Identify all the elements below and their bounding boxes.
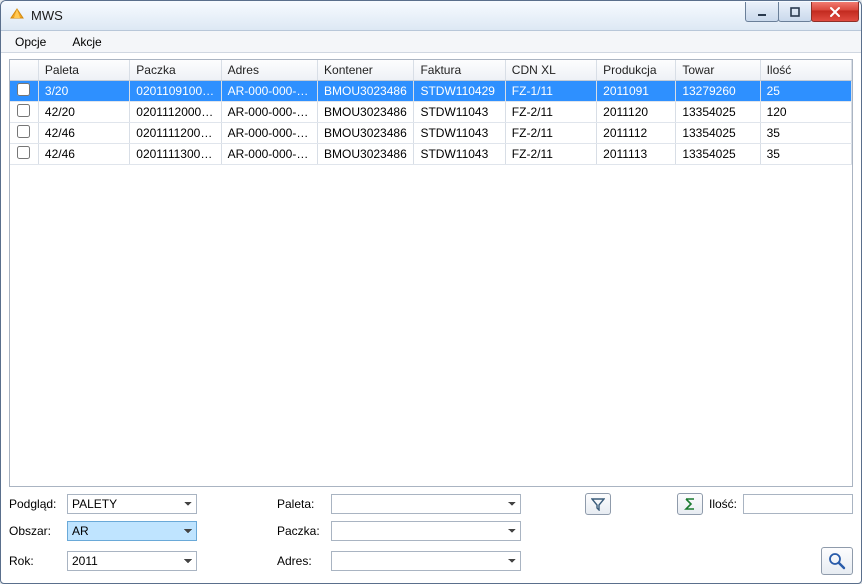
cell-kontener: BMOU3023486	[318, 81, 414, 102]
paleta-label: Paleta:	[277, 497, 325, 511]
cell-towar: 13354025	[676, 123, 760, 144]
row-checkbox[interactable]	[17, 146, 30, 159]
obszar-select[interactable]: AR	[67, 521, 197, 541]
cell-produkcja: 2011112	[597, 123, 676, 144]
cell-towar: 13354025	[676, 144, 760, 165]
cell-cdnxl: FZ-2/11	[505, 144, 596, 165]
col-cdnxl-header[interactable]: CDN XL	[505, 60, 596, 81]
titlebar: MWS	[1, 1, 861, 31]
col-faktura-header[interactable]: Faktura	[414, 60, 505, 81]
table-row[interactable]: 3/20020110910013...AR-000-000-000BMOU302…	[10, 81, 852, 102]
paczka-select[interactable]	[331, 521, 521, 541]
col-kontener-header[interactable]: Kontener	[318, 60, 414, 81]
col-paleta-header[interactable]: Paleta	[38, 60, 129, 81]
cell-ilosc: 120	[760, 102, 851, 123]
filter-button[interactable]	[585, 493, 611, 515]
ilosc-input[interactable]	[743, 494, 853, 514]
filter-panel: Podgląd: PALETY Paleta:	[9, 493, 853, 575]
cell-cdnxl: FZ-1/11	[505, 81, 596, 102]
rok-select[interactable]: 2011	[67, 551, 197, 571]
cell-adres: AR-000-000-000	[221, 81, 317, 102]
cell-ilosc: 35	[760, 144, 851, 165]
cell-kontener: BMOU3023486	[318, 123, 414, 144]
cell-faktura: STDW110429	[414, 81, 505, 102]
col-ilosc-header[interactable]: Ilość	[760, 60, 851, 81]
data-grid[interactable]: Paleta Paczka Adres Kontener Faktura CDN…	[9, 59, 853, 487]
cell-paczka: 020111200013...	[130, 102, 221, 123]
cell-paczka: 020111130013...	[130, 144, 221, 165]
podglad-select[interactable]: PALETY	[67, 494, 197, 514]
cell-produkcja: 2011091	[597, 81, 676, 102]
table-row[interactable]: 42/46020111130013...AR-000-000-000BMOU30…	[10, 144, 852, 165]
cell-ilosc: 35	[760, 123, 851, 144]
obszar-label: Obszar:	[9, 524, 61, 538]
cell-paczka: 020110910013...	[130, 81, 221, 102]
window-title: MWS	[31, 8, 63, 23]
paleta-select[interactable]	[331, 494, 521, 514]
cell-towar: 13279260	[676, 81, 760, 102]
cell-paleta: 3/20	[38, 81, 129, 102]
paczka-label: Paczka:	[277, 524, 325, 538]
sum-button[interactable]	[677, 493, 703, 515]
row-checkbox[interactable]	[17, 125, 30, 138]
adres-label: Adres:	[277, 554, 325, 568]
table-row[interactable]: 42/20020111200013...AR-000-000-000BMOU30…	[10, 102, 852, 123]
maximize-button[interactable]	[778, 2, 812, 22]
col-checkbox-header[interactable]	[10, 60, 38, 81]
cell-adres: AR-000-000-000	[221, 144, 317, 165]
header-row: Paleta Paczka Adres Kontener Faktura CDN…	[10, 60, 852, 81]
cell-cdnxl: FZ-2/11	[505, 102, 596, 123]
cell-paleta: 42/46	[38, 144, 129, 165]
cell-towar: 13354025	[676, 102, 760, 123]
cell-cdnxl: FZ-2/11	[505, 123, 596, 144]
window-controls	[746, 1, 861, 30]
cell-faktura: STDW11043	[414, 123, 505, 144]
cell-produkcja: 2011120	[597, 102, 676, 123]
col-produkcja-header[interactable]: Produkcja	[597, 60, 676, 81]
cell-kontener: BMOU3023486	[318, 102, 414, 123]
close-button[interactable]	[811, 2, 859, 22]
app-window: MWS Opcje Akcje	[0, 0, 862, 584]
cell-adres: AR-000-000-000	[221, 123, 317, 144]
cell-paczka: 020111120013...	[130, 123, 221, 144]
cell-kontener: BMOU3023486	[318, 144, 414, 165]
search-button[interactable]	[821, 547, 853, 575]
menu-akcje[interactable]: Akcje	[66, 33, 107, 51]
cell-paleta: 42/20	[38, 102, 129, 123]
table-row[interactable]: 42/46020111120013...AR-000-000-000BMOU30…	[10, 123, 852, 144]
adres-select[interactable]	[331, 551, 521, 571]
col-paczka-header[interactable]: Paczka	[130, 60, 221, 81]
row-checkbox[interactable]	[17, 83, 30, 96]
rok-label: Rok:	[9, 554, 61, 568]
funnel-icon	[591, 497, 605, 511]
row-checkbox[interactable]	[17, 104, 30, 117]
col-adres-header[interactable]: Adres	[221, 60, 317, 81]
minimize-button[interactable]	[745, 2, 779, 22]
app-icon	[9, 8, 25, 24]
col-towar-header[interactable]: Towar	[676, 60, 760, 81]
podglad-label: Podgląd:	[9, 497, 61, 511]
menu-opcje[interactable]: Opcje	[9, 33, 52, 51]
sigma-icon	[683, 497, 697, 511]
cell-faktura: STDW11043	[414, 102, 505, 123]
cell-paleta: 42/46	[38, 123, 129, 144]
ilosc-label: Ilość:	[709, 497, 737, 511]
cell-adres: AR-000-000-000	[221, 102, 317, 123]
cell-produkcja: 2011113	[597, 144, 676, 165]
cell-ilosc: 25	[760, 81, 851, 102]
menubar: Opcje Akcje	[1, 31, 861, 53]
magnifier-icon	[828, 552, 846, 570]
cell-faktura: STDW11043	[414, 144, 505, 165]
